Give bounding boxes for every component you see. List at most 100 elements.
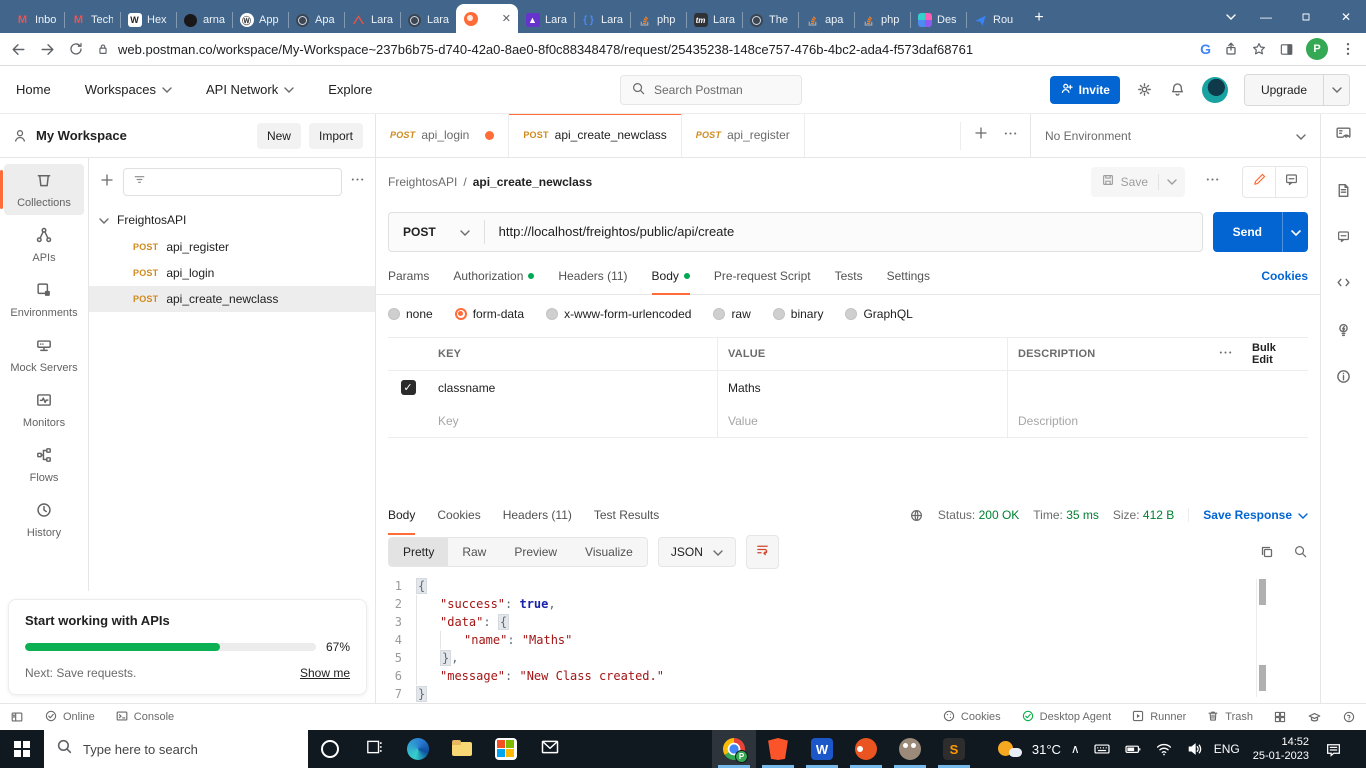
response-body-editor[interactable]: 1{ 2 "success": true, 3 "data": { 4 "name":…: [376, 573, 1320, 703]
rename-pencil-button[interactable]: [1243, 166, 1275, 197]
tab-close-icon[interactable]: ✕: [502, 12, 511, 25]
start-button[interactable]: [0, 730, 44, 768]
tab-pre-request-script[interactable]: Pre-request Script: [714, 258, 811, 294]
bookmark-star-icon[interactable]: [1251, 41, 1267, 57]
request-tab-menu-icon[interactable]: [1003, 126, 1018, 146]
show-me-link[interactable]: Show me: [300, 666, 350, 680]
temperature[interactable]: 31°C: [1032, 742, 1061, 757]
browser-tab[interactable]: Lara: [344, 7, 400, 33]
value-input[interactable]: [728, 413, 997, 428]
cortana-button[interactable]: [308, 730, 352, 768]
environment-quick-look-icon[interactable]: [1320, 114, 1366, 157]
training-cap-icon[interactable]: [1307, 710, 1322, 725]
sidebar-item-mock-servers[interactable]: Mock Servers: [4, 329, 84, 380]
back-icon[interactable]: [10, 41, 27, 58]
url-text[interactable]: web.postman.co/workspace/My-Workspace~23…: [118, 42, 973, 57]
description-input[interactable]: [1018, 413, 1298, 428]
search-response-icon[interactable]: [1293, 544, 1308, 560]
copy-response-icon[interactable]: [1259, 544, 1275, 560]
two-pane-icon[interactable]: [1273, 710, 1287, 724]
request-tab-api_create_newclass[interactable]: POST api_create_newclass: [509, 114, 682, 157]
chrome-icon[interactable]: P: [712, 730, 756, 768]
side-panel-icon[interactable]: [1279, 42, 1294, 57]
wrap-lines-button[interactable]: [745, 535, 779, 569]
browser-tab[interactable]: apa: [798, 7, 854, 33]
request-tab-api_register[interactable]: POST api_register: [682, 114, 805, 157]
body-type-GraphQL[interactable]: GraphQL: [845, 307, 913, 321]
browser-tab[interactable]: ✕: [456, 4, 518, 33]
add-request-tab-icon[interactable]: [973, 125, 989, 146]
tab-search-icon[interactable]: [1216, 0, 1246, 33]
view-preview[interactable]: Preview: [500, 538, 572, 566]
wifi-icon[interactable]: [1152, 740, 1176, 758]
collection-freightosapi[interactable]: FreightosAPI: [89, 206, 375, 234]
clock[interactable]: 14:52 25-01-2023: [1247, 735, 1315, 764]
environment-name[interactable]: No Environment: [1045, 129, 1288, 143]
new-button[interactable]: New: [256, 122, 301, 149]
nav-home[interactable]: Home: [16, 82, 51, 97]
key-input[interactable]: [438, 413, 707, 428]
postman-avatar[interactable]: [1201, 76, 1228, 103]
row-description[interactable]: [1008, 371, 1308, 404]
import-button[interactable]: Import: [308, 122, 363, 149]
browser-tab[interactable]: Lara: [400, 7, 456, 33]
new-tab-button[interactable]: +: [1026, 5, 1052, 31]
task-view-button[interactable]: [352, 730, 396, 768]
browser-tab[interactable]: M Inbo: [8, 7, 64, 33]
online-status[interactable]: Online: [44, 709, 95, 726]
nav-explore[interactable]: Explore: [328, 82, 372, 97]
body-type-form-data[interactable]: form-data: [454, 307, 524, 321]
panel-toggle-icon[interactable]: [10, 710, 24, 724]
send-button[interactable]: Send: [1212, 211, 1282, 252]
action-center-icon[interactable]: [1322, 741, 1345, 758]
browser-tab[interactable]: Des: [910, 7, 966, 33]
collection-chevron-icon[interactable]: [99, 213, 109, 227]
tree-request-api_login[interactable]: POST api_login: [89, 260, 375, 286]
notifications-bell-icon[interactable]: [1169, 81, 1186, 98]
request-url-input[interactable]: [484, 224, 1202, 239]
comments-panel-icon[interactable]: [1336, 229, 1351, 244]
view-raw[interactable]: Raw: [448, 538, 501, 566]
browser-tab[interactable]: Ⓦ App: [232, 7, 288, 33]
sidebar-item-monitors[interactable]: Monitors: [4, 384, 84, 435]
word-icon[interactable]: W: [800, 730, 844, 768]
tab-headers-11-[interactable]: Headers (11): [558, 258, 627, 294]
search-postman-box[interactable]: Search Postman: [620, 74, 802, 105]
forward-icon[interactable]: [39, 41, 56, 58]
edge-icon[interactable]: [396, 730, 440, 768]
browser-tab[interactable]: arna: [176, 7, 232, 33]
tree-request-api_register[interactable]: POST api_register: [89, 234, 375, 260]
browser-tab[interactable]: tm Lara: [686, 7, 742, 33]
sidebar-item-flows[interactable]: Flows: [4, 439, 84, 490]
invite-button[interactable]: Invite: [1049, 75, 1120, 104]
comments-button[interactable]: [1275, 166, 1307, 197]
view-visualize[interactable]: Visualize: [571, 538, 647, 566]
row-key[interactable]: classname: [428, 371, 718, 404]
reload-icon[interactable]: [68, 41, 84, 57]
request-tab-api_login[interactable]: POST api_login: [376, 114, 510, 157]
runner-button[interactable]: Runner: [1131, 709, 1186, 726]
collection-filter-box[interactable]: [123, 168, 342, 196]
nav-api-network[interactable]: API Network: [206, 82, 294, 97]
gimp-icon[interactable]: [888, 730, 932, 768]
save-response-button[interactable]: Save Response: [1188, 508, 1308, 522]
settings-gear-icon[interactable]: [1136, 81, 1153, 98]
table-menu-icon[interactable]: [1208, 338, 1242, 370]
upgrade-chevron[interactable]: [1323, 74, 1349, 105]
google-icon[interactable]: G: [1200, 41, 1211, 57]
sidebar-item-collections[interactable]: Collections: [0, 164, 84, 215]
store-icon[interactable]: [484, 730, 528, 768]
browser-tab[interactable]: The: [742, 7, 798, 33]
trash-button[interactable]: Trash: [1206, 709, 1253, 726]
tab-settings[interactable]: Settings: [887, 258, 930, 294]
browser-tab[interactable]: M Tech: [64, 7, 120, 33]
tree-request-api_create_newclass[interactable]: POST api_create_newclass: [89, 286, 375, 312]
tab-authorization[interactable]: Authorization: [453, 258, 535, 294]
browser-menu-icon[interactable]: [1340, 41, 1356, 57]
help-icon[interactable]: [1342, 710, 1356, 724]
share-icon[interactable]: [1223, 41, 1239, 57]
tree-menu-icon[interactable]: [350, 172, 365, 192]
add-collection-icon[interactable]: [99, 172, 115, 193]
body-type-none[interactable]: none: [388, 307, 433, 321]
response-tab-test-results[interactable]: Test Results: [594, 499, 659, 531]
